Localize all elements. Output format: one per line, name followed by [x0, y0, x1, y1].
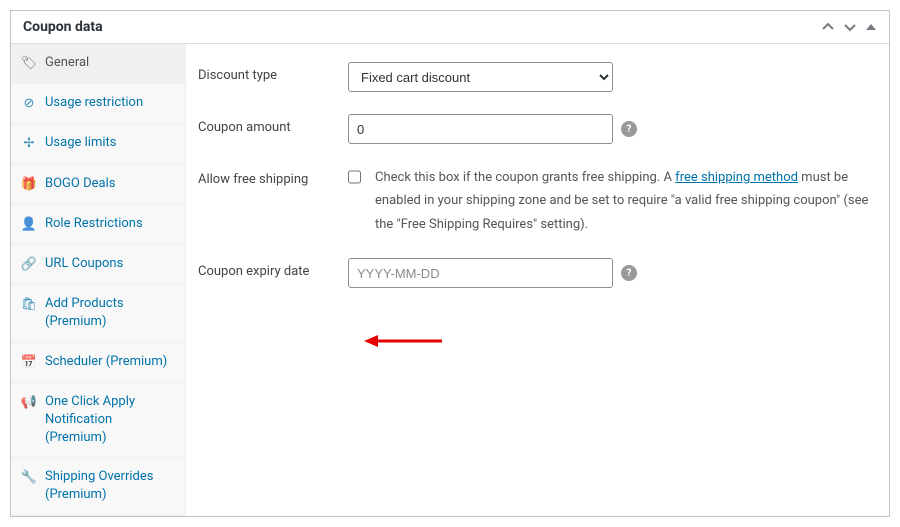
panel-header: Coupon data — [11, 11, 889, 44]
tab-label: Scheduler (Premium) — [45, 353, 175, 371]
label-expiry-date: Coupon expiry date — [198, 258, 348, 279]
move-down-icon[interactable] — [843, 20, 857, 34]
tab-role-restrictions[interactable]: 👤 Role Restrictions — [11, 205, 185, 245]
expiry-date-input[interactable] — [348, 258, 613, 288]
gift-icon: 🎁 — [21, 176, 37, 194]
block-icon: ⊘ — [21, 95, 37, 113]
free-shipping-link[interactable]: free shipping method — [675, 170, 798, 185]
tab-bogo-deals[interactable]: 🎁 BOGO Deals — [11, 165, 185, 205]
row-discount-type: Discount type Fixed cart discount — [198, 62, 871, 92]
tab-shipping-overrides[interactable]: 🔧 Shipping Overrides (Premium) — [11, 458, 185, 515]
wrench-icon: 🔧 — [21, 469, 37, 487]
toggle-panel-icon[interactable] — [865, 20, 877, 34]
tab-label: Usage restriction — [45, 94, 175, 112]
calendar-icon: 📅 — [21, 354, 37, 372]
help-icon[interactable]: ? — [621, 265, 637, 281]
tab-label: One Click Apply Notification (Premium) — [45, 393, 175, 448]
plus-icon: ✢ — [21, 135, 37, 153]
free-shipping-description: Check this box if the coupon grants free… — [375, 166, 871, 236]
content-pane: Discount type Fixed cart discount Coupon… — [186, 44, 889, 516]
label-coupon-amount: Coupon amount — [198, 114, 348, 135]
tab-label: URL Coupons — [45, 255, 175, 273]
tab-usage-limits[interactable]: ✢ Usage limits — [11, 124, 185, 164]
tab-general[interactable]: 🏷 General — [11, 44, 185, 84]
panel-title: Coupon data — [23, 19, 103, 35]
tab-label: Role Restrictions — [45, 215, 175, 233]
bag-icon: 🛍 — [21, 296, 37, 314]
help-icon[interactable]: ? — [621, 121, 637, 137]
discount-type-select[interactable]: Fixed cart discount — [348, 62, 613, 92]
tab-usage-restriction[interactable]: ⊘ Usage restriction — [11, 84, 185, 124]
label-discount-type: Discount type — [198, 62, 348, 83]
panel-actions — [821, 20, 877, 34]
megaphone-icon: 📢 — [21, 394, 37, 412]
user-icon: 👤 — [21, 216, 37, 234]
coupon-amount-input[interactable] — [348, 114, 613, 144]
tab-add-products[interactable]: 🛍 Add Products (Premium) — [11, 285, 185, 342]
panel-body: 🏷 General ⊘ Usage restriction ✢ Usage li… — [11, 44, 889, 516]
tab-label: General — [45, 54, 175, 72]
tab-label: Shipping Overrides (Premium) — [45, 468, 175, 504]
link-icon: 🔗 — [21, 256, 37, 274]
label-free-shipping: Allow free shipping — [198, 166, 348, 187]
coupon-data-panel: Coupon data 🏷 General ⊘ Usage restrictio… — [10, 10, 890, 517]
row-expiry-date: Coupon expiry date ? — [198, 258, 871, 288]
tag-icon: 🏷 — [21, 55, 37, 73]
tab-one-click-apply[interactable]: 📢 One Click Apply Notification (Premium) — [11, 383, 185, 459]
tab-url-coupons[interactable]: 🔗 URL Coupons — [11, 245, 185, 285]
tab-label: BOGO Deals — [45, 175, 175, 193]
tab-scheduler[interactable]: 📅 Scheduler (Premium) — [11, 343, 185, 383]
free-shipping-checkbox[interactable] — [348, 169, 361, 185]
row-free-shipping: Allow free shipping Check this box if th… — [198, 166, 871, 236]
tab-label: Add Products (Premium) — [45, 295, 175, 331]
sidebar: 🏷 General ⊘ Usage restriction ✢ Usage li… — [11, 44, 186, 516]
tab-label: Usage limits — [45, 134, 175, 152]
move-up-icon[interactable] — [821, 20, 835, 34]
row-coupon-amount: Coupon amount ? — [198, 114, 871, 144]
annotation-arrow-icon — [364, 331, 444, 351]
